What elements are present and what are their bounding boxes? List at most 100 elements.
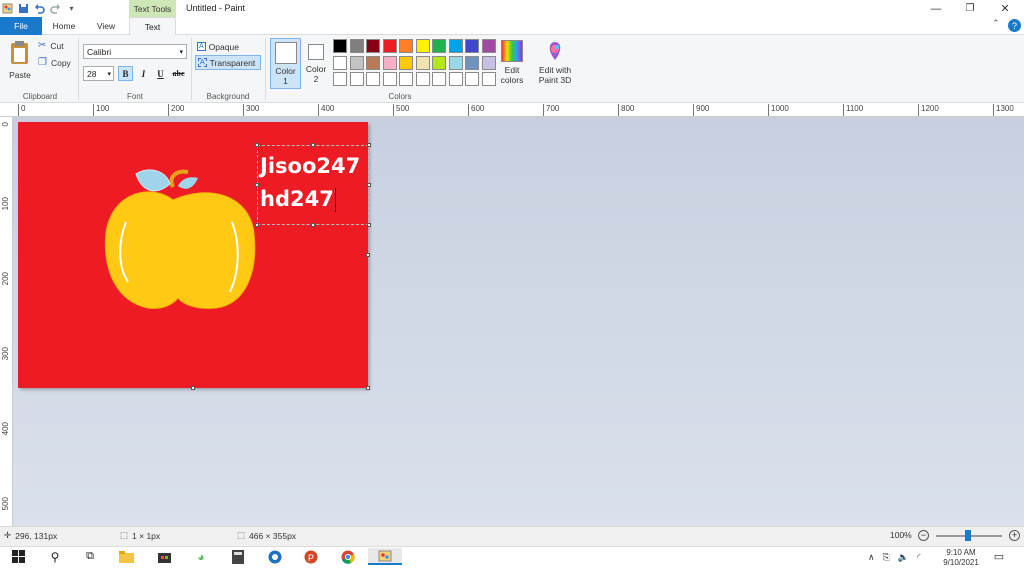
textbox-handle[interactable]: [367, 183, 371, 187]
chevron-up-icon[interactable]: ∧: [868, 552, 875, 563]
paint-app-icon[interactable]: [2, 3, 13, 14]
minimize-button[interactable]: —: [919, 0, 953, 17]
palette-swatch[interactable]: [349, 39, 364, 53]
wifi-icon[interactable]: ◜: [917, 552, 921, 563]
save-icon[interactable]: [18, 3, 29, 14]
tab-text[interactable]: Text: [129, 17, 176, 36]
palette-swatch[interactable]: [415, 39, 430, 53]
palette-swatch[interactable]: [465, 39, 479, 53]
palette-swatch[interactable]: [366, 39, 380, 53]
file-explorer-button[interactable]: [117, 548, 135, 565]
collapse-ribbon-icon[interactable]: ⌃: [992, 18, 1000, 29]
palette-swatch[interactable]: [432, 55, 446, 70]
undo-icon[interactable]: [34, 3, 45, 14]
font-size-combo[interactable]: 28 ▾: [83, 66, 114, 81]
zoom-slider-thumb[interactable]: [965, 530, 971, 541]
zoom-value: 100%: [890, 530, 912, 540]
volume-icon[interactable]: 🔈: [898, 552, 909, 563]
tab-view[interactable]: View: [86, 17, 126, 35]
network-icon[interactable]: ⎘: [883, 552, 890, 563]
textbox-handle[interactable]: [255, 143, 259, 147]
search-button[interactable]: ⚲: [46, 548, 64, 565]
palette-swatch[interactable]: [448, 72, 463, 86]
store-button[interactable]: [155, 548, 173, 565]
palette-swatch[interactable]: [382, 72, 397, 86]
task-view-button[interactable]: ⧉: [81, 548, 99, 565]
font-family-combo[interactable]: Calibri ▾: [83, 44, 187, 59]
zoom-in-button[interactable]: +: [1009, 530, 1020, 541]
color2-button[interactable]: Color 2: [303, 38, 329, 89]
canvas-resize-handle-bottom[interactable]: [191, 386, 195, 390]
textbox-handle[interactable]: [311, 143, 315, 147]
palette-swatch[interactable]: [382, 55, 397, 70]
start-button[interactable]: [9, 548, 27, 565]
restore-button[interactable]: ❐: [953, 0, 987, 17]
palette-swatch[interactable]: [399, 72, 413, 86]
palette-swatch[interactable]: [399, 39, 413, 53]
transparent-button[interactable]: A Transparent: [195, 55, 261, 70]
palette-swatch[interactable]: [333, 39, 347, 53]
customize-qat-icon[interactable]: ▾: [66, 3, 77, 14]
palette-swatch[interactable]: [481, 39, 496, 53]
text-box[interactable]: Jisoo247 hd247: [257, 145, 369, 225]
textbox-handle[interactable]: [311, 223, 315, 227]
palette-swatch[interactable]: [481, 72, 496, 86]
paste-button[interactable]: Paste: [8, 40, 32, 84]
powerpoint-button[interactable]: P: [302, 548, 320, 565]
chrome-button[interactable]: [339, 548, 357, 565]
palette-swatch[interactable]: [448, 55, 463, 70]
copy-button[interactable]: ❐ Copy: [38, 57, 71, 68]
palette-swatch[interactable]: [382, 39, 397, 53]
palette-swatch[interactable]: [366, 55, 380, 70]
canvas-resize-handle-corner[interactable]: [366, 386, 370, 390]
color1-button[interactable]: Color 1: [270, 38, 301, 89]
palette-swatch[interactable]: [415, 55, 430, 70]
edit-colors-button[interactable]: Edit colors: [499, 40, 525, 85]
calculator-button[interactable]: [229, 548, 247, 565]
edge-button[interactable]: [266, 548, 284, 565]
ruler-tick-label: 1000: [768, 104, 789, 116]
palette-swatch[interactable]: [399, 55, 413, 70]
textbox-handle[interactable]: [367, 223, 371, 227]
underline-button[interactable]: U: [153, 66, 168, 81]
clock[interactable]: 9:10 AM 9/10/2021: [940, 548, 982, 568]
canvas-resize-handle-right[interactable]: [366, 253, 370, 257]
edit-with-paint3d-button[interactable]: Edit with Paint 3D: [533, 40, 577, 85]
redo-icon[interactable]: [50, 3, 61, 14]
palette-swatch[interactable]: [415, 72, 430, 86]
calculator-icon: [232, 549, 244, 564]
palette-swatch[interactable]: [465, 55, 479, 70]
notification-icon: ▭: [993, 551, 1005, 563]
tab-home[interactable]: Home: [44, 17, 84, 35]
textbox-handle[interactable]: [255, 223, 259, 227]
opaque-label: Opaque: [208, 41, 239, 52]
palette-swatch[interactable]: [366, 72, 380, 86]
app-button[interactable]: ◕: [192, 548, 210, 565]
zoom-out-button[interactable]: −: [918, 530, 929, 541]
palette-swatch[interactable]: [333, 72, 347, 86]
textbox-handle[interactable]: [255, 183, 259, 187]
help-icon[interactable]: ?: [1008, 19, 1021, 32]
palette-swatch[interactable]: [465, 72, 479, 86]
palette-swatch[interactable]: [481, 55, 496, 70]
tab-file[interactable]: File: [0, 17, 42, 35]
selection-size-value: 1 × 1px: [132, 530, 161, 541]
italic-button[interactable]: I: [136, 66, 151, 81]
notifications-button[interactable]: ▭: [990, 548, 1008, 565]
palette-swatch[interactable]: [349, 55, 364, 70]
color1-label: Color: [275, 66, 296, 76]
bold-button[interactable]: B: [118, 66, 133, 81]
palette-swatch[interactable]: [349, 72, 364, 86]
cut-button[interactable]: ✂ Cut: [38, 40, 64, 51]
strikethrough-button[interactable]: abc: [171, 66, 186, 81]
palette-swatch[interactable]: [432, 72, 446, 86]
plus-icon: +: [1011, 530, 1018, 540]
palette-swatch[interactable]: [448, 39, 463, 53]
opaque-button[interactable]: A Opaque: [197, 40, 239, 53]
clock-time: 9:10 AM: [946, 548, 976, 557]
close-button[interactable]: ✕: [988, 0, 1022, 17]
palette-swatch[interactable]: [432, 39, 446, 53]
paint-taskbar-button[interactable]: [368, 548, 402, 565]
textbox-handle[interactable]: [367, 143, 371, 147]
palette-swatch[interactable]: [333, 55, 347, 70]
